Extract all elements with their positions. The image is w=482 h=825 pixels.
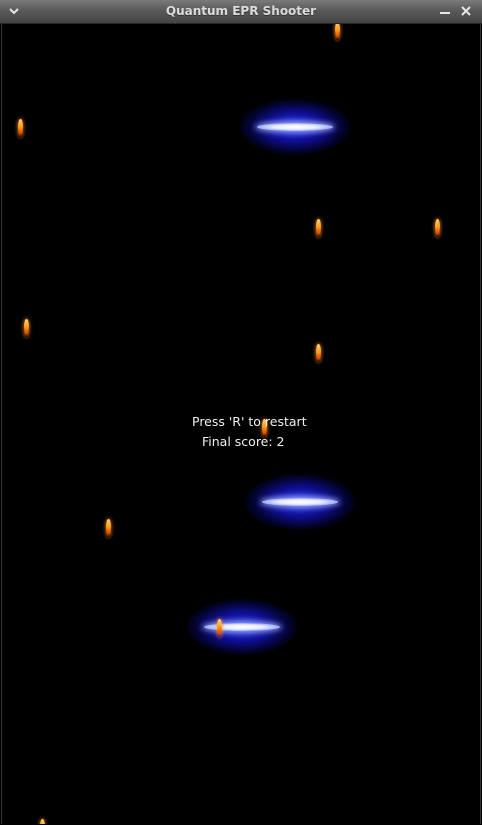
- window-title: Quantum EPR Shooter: [165, 4, 317, 18]
- title-bar[interactable]: Quantum EPR Shooter: [0, 0, 482, 24]
- bullet: [106, 519, 111, 537]
- close-icon[interactable]: [458, 3, 474, 19]
- minimize-icon[interactable]: [437, 3, 453, 19]
- enemy-ship: [245, 474, 355, 530]
- game-canvas[interactable]: Press 'R' to restart Final score: 2: [1, 24, 481, 824]
- bullet: [335, 24, 340, 40]
- app-window: Quantum EPR Shooter Press 'R' to restart…: [0, 0, 482, 825]
- bullet: [24, 319, 29, 337]
- bullet: [18, 119, 23, 137]
- final-score: Final score: 2: [202, 434, 285, 449]
- enemy-ship: [187, 599, 297, 655]
- bullet: [40, 819, 45, 824]
- bullet: [316, 344, 321, 362]
- bullet: [316, 219, 321, 237]
- restart-prompt: Press 'R' to restart: [192, 414, 307, 429]
- enemy-ship: [240, 99, 350, 155]
- bullet: [435, 219, 440, 237]
